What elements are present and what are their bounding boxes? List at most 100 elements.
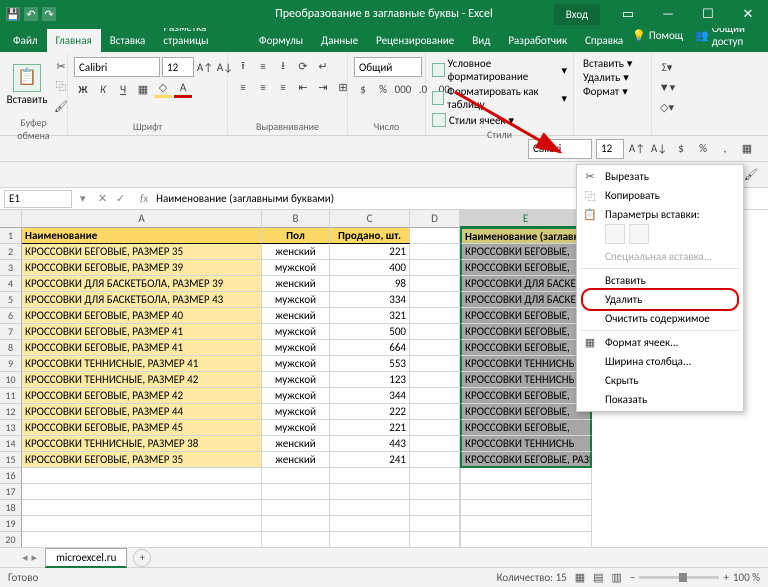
cell[interactable]: мужской [262, 324, 330, 340]
font-name-select[interactable]: Calibri [74, 57, 160, 77]
fill-icon[interactable]: ▼▾ [658, 78, 676, 96]
cell[interactable]: Продано, шт. [330, 228, 410, 244]
row-header[interactable]: 4 [0, 276, 22, 292]
fb-cancel-icon[interactable]: ✕ [98, 192, 114, 205]
row-header[interactable]: 7 [0, 324, 22, 340]
view-layout-icon[interactable]: ▤ [593, 571, 603, 584]
row-header[interactable]: 20 [0, 532, 22, 547]
cell[interactable]: 222 [330, 404, 410, 420]
cell[interactable] [410, 356, 460, 372]
cell[interactable] [410, 532, 460, 547]
cell[interactable]: женский [262, 436, 330, 452]
ctx-delete[interactable]: Удалить [577, 290, 743, 309]
cell[interactable]: КРОССОВКИ БЕГОВЫЕ, РАЗМЕР 41 [22, 324, 262, 340]
align-right-icon[interactable]: ≡ [274, 78, 292, 96]
row-header[interactable]: 9 [0, 356, 22, 372]
align-middle-icon[interactable]: ≡ [254, 57, 272, 75]
cell[interactable]: женский [262, 244, 330, 260]
cell[interactable]: 664 [330, 340, 410, 356]
cell[interactable]: 400 [330, 260, 410, 276]
cell[interactable]: КРОССОВКИ БЕГОВЫЕ, [460, 324, 592, 340]
cell[interactable]: мужской [262, 404, 330, 420]
number-format-select[interactable]: Общий [354, 57, 422, 77]
cell[interactable] [330, 484, 410, 500]
row-header[interactable]: 10 [0, 372, 22, 388]
mini-cond-icon[interactable]: ▦ [738, 140, 756, 158]
cell[interactable]: мужской [262, 388, 330, 404]
ctx-cut[interactable]: ✂Вырезать [577, 167, 743, 186]
cell[interactable]: КРОССОВКИ БЕГОВЫЕ, [460, 420, 592, 436]
conditional-format-button[interactable]: Условное форматирование ▾ [432, 57, 567, 83]
cell[interactable]: КРОССОВКИ БЕГОВЫЕ, [460, 244, 592, 260]
cell[interactable]: 553 [330, 356, 410, 372]
cell[interactable]: 221 [330, 244, 410, 260]
name-box[interactable]: E1 [4, 190, 72, 208]
cell[interactable]: мужской [262, 356, 330, 372]
cell[interactable]: КРОССОВКИ БЕГОВЫЕ, РАЗМЕР 35 [22, 452, 262, 468]
mini-shrink-icon[interactable]: A↓ [650, 140, 668, 158]
cell[interactable]: Пол [262, 228, 330, 244]
cell[interactable]: КРОССОВКИ ТЕННИСНЬ [460, 372, 592, 388]
cell[interactable]: КРОССОВКИ ТЕННИСНЫЕ, РАЗМЕР 38 [22, 436, 262, 452]
zoom-slider[interactable] [639, 576, 719, 579]
cell[interactable]: КРОССОВКИ БЕГОВЫЕ, [460, 308, 592, 324]
cell[interactable] [262, 468, 330, 484]
ctx-insert[interactable]: Вставить [577, 271, 743, 290]
paste-opt-1-icon[interactable] [605, 224, 625, 244]
cell[interactable] [22, 484, 262, 500]
tab-insert[interactable]: Вставка [101, 29, 155, 52]
clear-icon[interactable]: ◇▾ [658, 98, 676, 116]
fx-icon[interactable]: fx [136, 192, 152, 205]
sheet-next-icon[interactable]: ▸ [32, 551, 38, 564]
zoom-in-icon[interactable]: + [723, 571, 728, 584]
row-header[interactable]: 6 [0, 308, 22, 324]
cell[interactable]: 98 [330, 276, 410, 292]
cell[interactable]: КРОССОВКИ ТЕННИСНЫЕ, РАЗМЕР 41 [22, 356, 262, 372]
cell[interactable]: КРОССОВКИ БЕГОВЫЕ, РАЗМЕР 35 [22, 244, 262, 260]
add-sheet-icon[interactable]: + [133, 549, 151, 567]
cell[interactable]: КРОССОВКИ БЕГОВЫЕ, РАЗМЕР 44 [22, 404, 262, 420]
row-header[interactable]: 17 [0, 484, 22, 500]
cell[interactable] [410, 244, 460, 260]
font-size-select[interactable]: 12 [162, 57, 194, 77]
cell[interactable] [410, 228, 460, 244]
cell[interactable]: КРОССОВКИ ДЛЯ БАСКЕТБОЛА, РАЗМЕР 39 [22, 276, 262, 292]
cell[interactable]: мужской [262, 292, 330, 308]
cell[interactable] [330, 468, 410, 484]
cell[interactable]: КРОССОВКИ ДЛЯ БАСКЕТБОЛА, РАЗМЕР 43 [22, 292, 262, 308]
cell[interactable] [410, 516, 460, 532]
paste-button[interactable]: 📋Вставить [6, 55, 48, 115]
cell[interactable] [330, 516, 410, 532]
ctx-column-width[interactable]: Ширина столбца... [577, 352, 743, 371]
sheet-prev-icon[interactable]: ◂ [22, 551, 28, 564]
cell[interactable]: 344 [330, 388, 410, 404]
cell[interactable]: КРОССОВКИ ТЕННИСНЬ [460, 356, 592, 372]
cell[interactable]: Наименование [22, 228, 262, 244]
save-icon[interactable]: 💾 [6, 7, 20, 21]
cell[interactable]: женский [262, 276, 330, 292]
mini-grow-icon[interactable]: A↑ [628, 140, 646, 158]
cell[interactable]: Наименование (заглавн [460, 228, 592, 244]
row-header[interactable]: 8 [0, 340, 22, 356]
col-header-C[interactable]: C [330, 210, 410, 228]
col-header-A[interactable]: A [22, 210, 262, 228]
cell[interactable]: 334 [330, 292, 410, 308]
row-header[interactable]: 15 [0, 452, 22, 468]
cell[interactable] [410, 468, 460, 484]
comma-icon[interactable]: 000 [394, 80, 412, 98]
cell[interactable] [330, 532, 410, 547]
row-header[interactable]: 2 [0, 244, 22, 260]
cell[interactable]: КРОССОВКИ БЕГОВЫЕ, РАЗМЕР 45 [22, 420, 262, 436]
cell[interactable]: мужской [262, 340, 330, 356]
cell[interactable]: 221 [330, 420, 410, 436]
cell[interactable]: 500 [330, 324, 410, 340]
cell-styles-button[interactable]: Стили ячеек ▾ [432, 113, 567, 127]
align-bottom-icon[interactable]: ⭳ [274, 57, 292, 75]
border-icon[interactable]: ▦ [134, 80, 152, 98]
cell[interactable] [460, 532, 592, 547]
cell[interactable] [410, 372, 460, 388]
mini-currency-icon[interactable]: $ [672, 140, 690, 158]
delete-cells-button[interactable]: Удалить ▾ [580, 71, 632, 84]
tab-developer[interactable]: Разработчик [499, 29, 576, 52]
format-as-table-button[interactable]: Форматировать как таблицу ▾ [432, 85, 567, 111]
